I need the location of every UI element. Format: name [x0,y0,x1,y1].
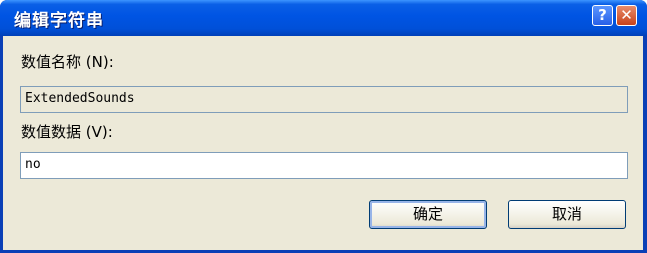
cancel-button[interactable]: 取消 [508,200,626,229]
close-button[interactable]: ✕ [616,5,637,26]
value-data-input[interactable]: no [20,152,628,179]
value-name-field[interactable]: ExtendedSounds [20,86,628,113]
value-data-label: 数值数据 (V): [21,123,113,141]
edit-string-dialog: 编辑字符串 ? ✕ 数值名称 (N): ExtendedSounds 数值数据 … [0,0,647,253]
title-bar[interactable]: 编辑字符串 ? ✕ [0,0,647,36]
dialog-title: 编辑字符串 [14,11,104,31]
dialog-body: 数值名称 (N): ExtendedSounds 数值数据 (V): no 确定… [3,36,643,250]
ok-button[interactable]: 确定 [369,200,487,229]
help-button[interactable]: ? [592,5,613,26]
value-name-label: 数值名称 (N): [21,53,114,71]
